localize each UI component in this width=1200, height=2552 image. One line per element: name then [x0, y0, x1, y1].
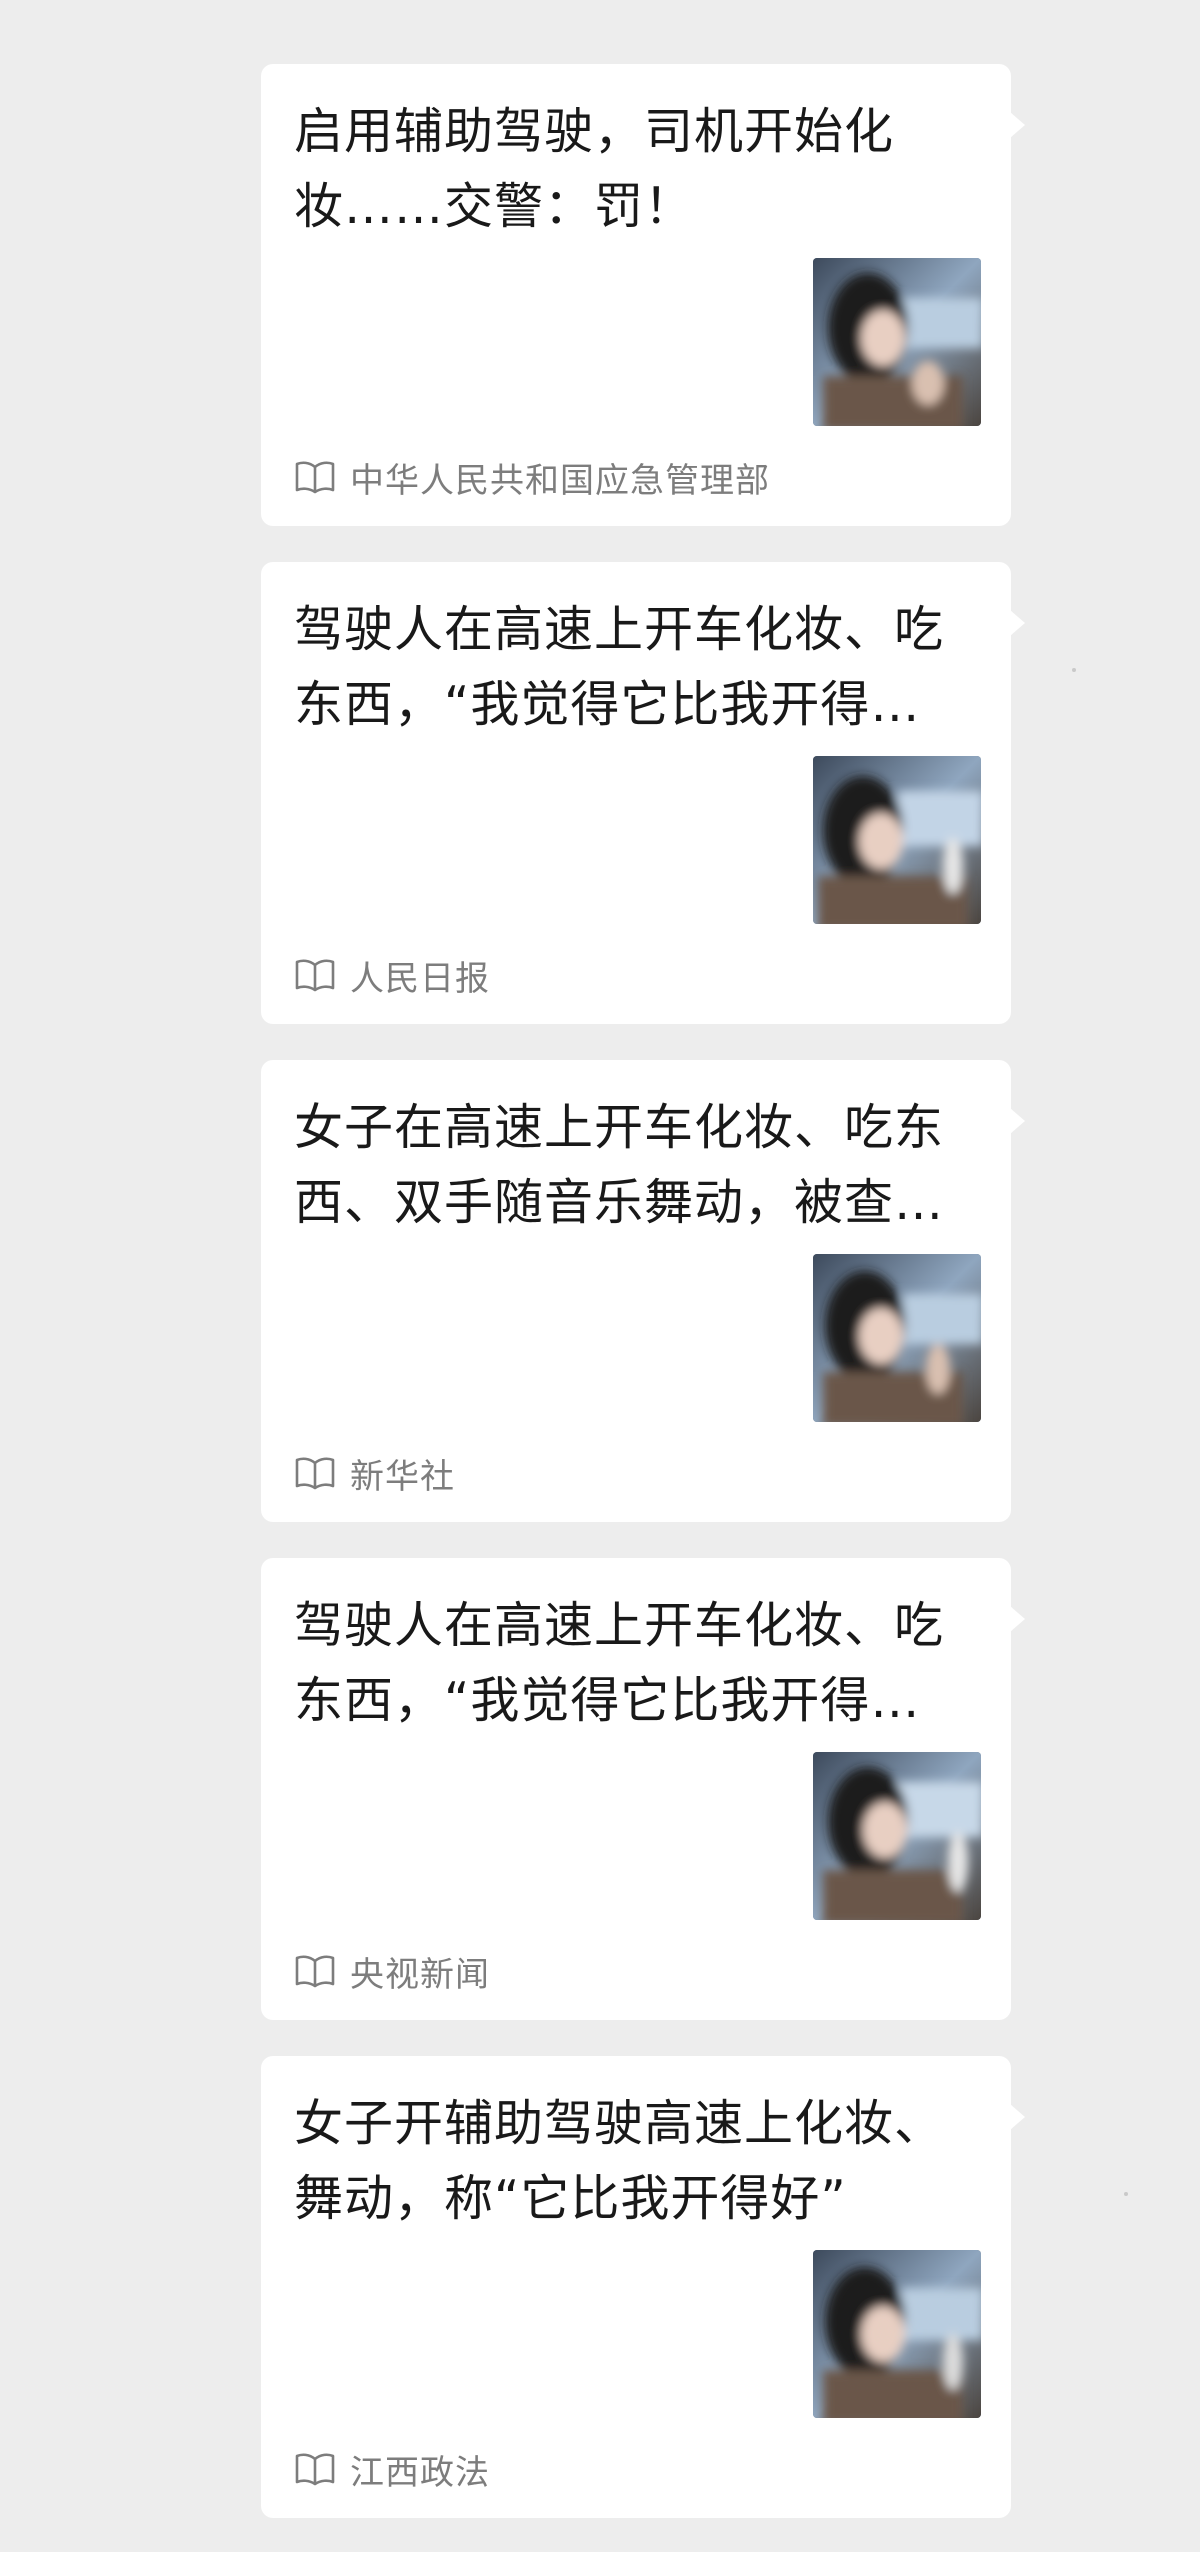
article-card[interactable]: 驾驶人在高速上开车化妆、吃东西，“我觉得它比我开得… [261, 562, 1025, 1024]
source-name: 江西政法 [350, 2452, 490, 2493]
article-title[interactable]: 女子在高速上开车化妆、吃东西、双手随音乐舞动，被查… [294, 1090, 984, 1240]
article-title[interactable]: 驾驶人在高速上开车化妆、吃东西，“我觉得它比我开得… [294, 592, 984, 742]
bubble-tail [1010, 1606, 1025, 1632]
book-open-icon [294, 2451, 336, 2487]
article-source[interactable]: 中华人民共和国应急管理部 [294, 453, 770, 501]
article-card[interactable]: 驾驶人在高速上开车化妆、吃东西，“我觉得它比我开得… [261, 1558, 1025, 2020]
source-name: 中华人民共和国应急管理部 [350, 460, 770, 501]
book-open-icon [294, 1455, 336, 1491]
article-card[interactable]: 女子开辅助驾驶高速上化妆、舞动，称“它比我开得好” 江西政法 [261, 2056, 1025, 2518]
decor-dot [1072, 668, 1076, 672]
book-open-icon [294, 459, 336, 495]
article-title[interactable]: 驾驶人在高速上开车化妆、吃东西，“我觉得它比我开得… [294, 1588, 984, 1738]
bubble-tail [1010, 610, 1025, 636]
article-source[interactable]: 新华社 [294, 1449, 455, 1497]
article-source[interactable]: 人民日报 [294, 951, 490, 999]
source-name: 新华社 [350, 1456, 455, 1497]
article-thumbnail[interactable] [813, 1254, 981, 1422]
article-source[interactable]: 江西政法 [294, 2445, 490, 2493]
article-title[interactable]: 女子开辅助驾驶高速上化妆、舞动，称“它比我开得好” [294, 2086, 984, 2236]
article-thumbnail[interactable] [813, 756, 981, 924]
article-card[interactable]: 启用辅助驾驶，司机开始化妆……交警：罚！ 中华人民共和国应急管理部 [261, 64, 1025, 526]
article-source[interactable]: 央视新闻 [294, 1947, 490, 1995]
bubble-tail [1010, 2104, 1025, 2130]
bubble-tail [1010, 112, 1025, 138]
article-title[interactable]: 启用辅助驾驶，司机开始化妆……交警：罚！ [294, 94, 984, 244]
book-open-icon [294, 957, 336, 993]
decor-dot [1124, 2192, 1128, 2196]
article-thumbnail[interactable] [813, 1752, 981, 1920]
bubble-tail [1010, 1108, 1025, 1134]
article-thumbnail[interactable] [813, 258, 981, 426]
article-thumbnail[interactable] [813, 2250, 981, 2418]
article-card[interactable]: 女子在高速上开车化妆、吃东西、双手随音乐舞动，被查… 新华社 [261, 1060, 1025, 1522]
source-name: 人民日报 [350, 958, 490, 999]
book-open-icon [294, 1953, 336, 1989]
source-name: 央视新闻 [350, 1954, 490, 1995]
